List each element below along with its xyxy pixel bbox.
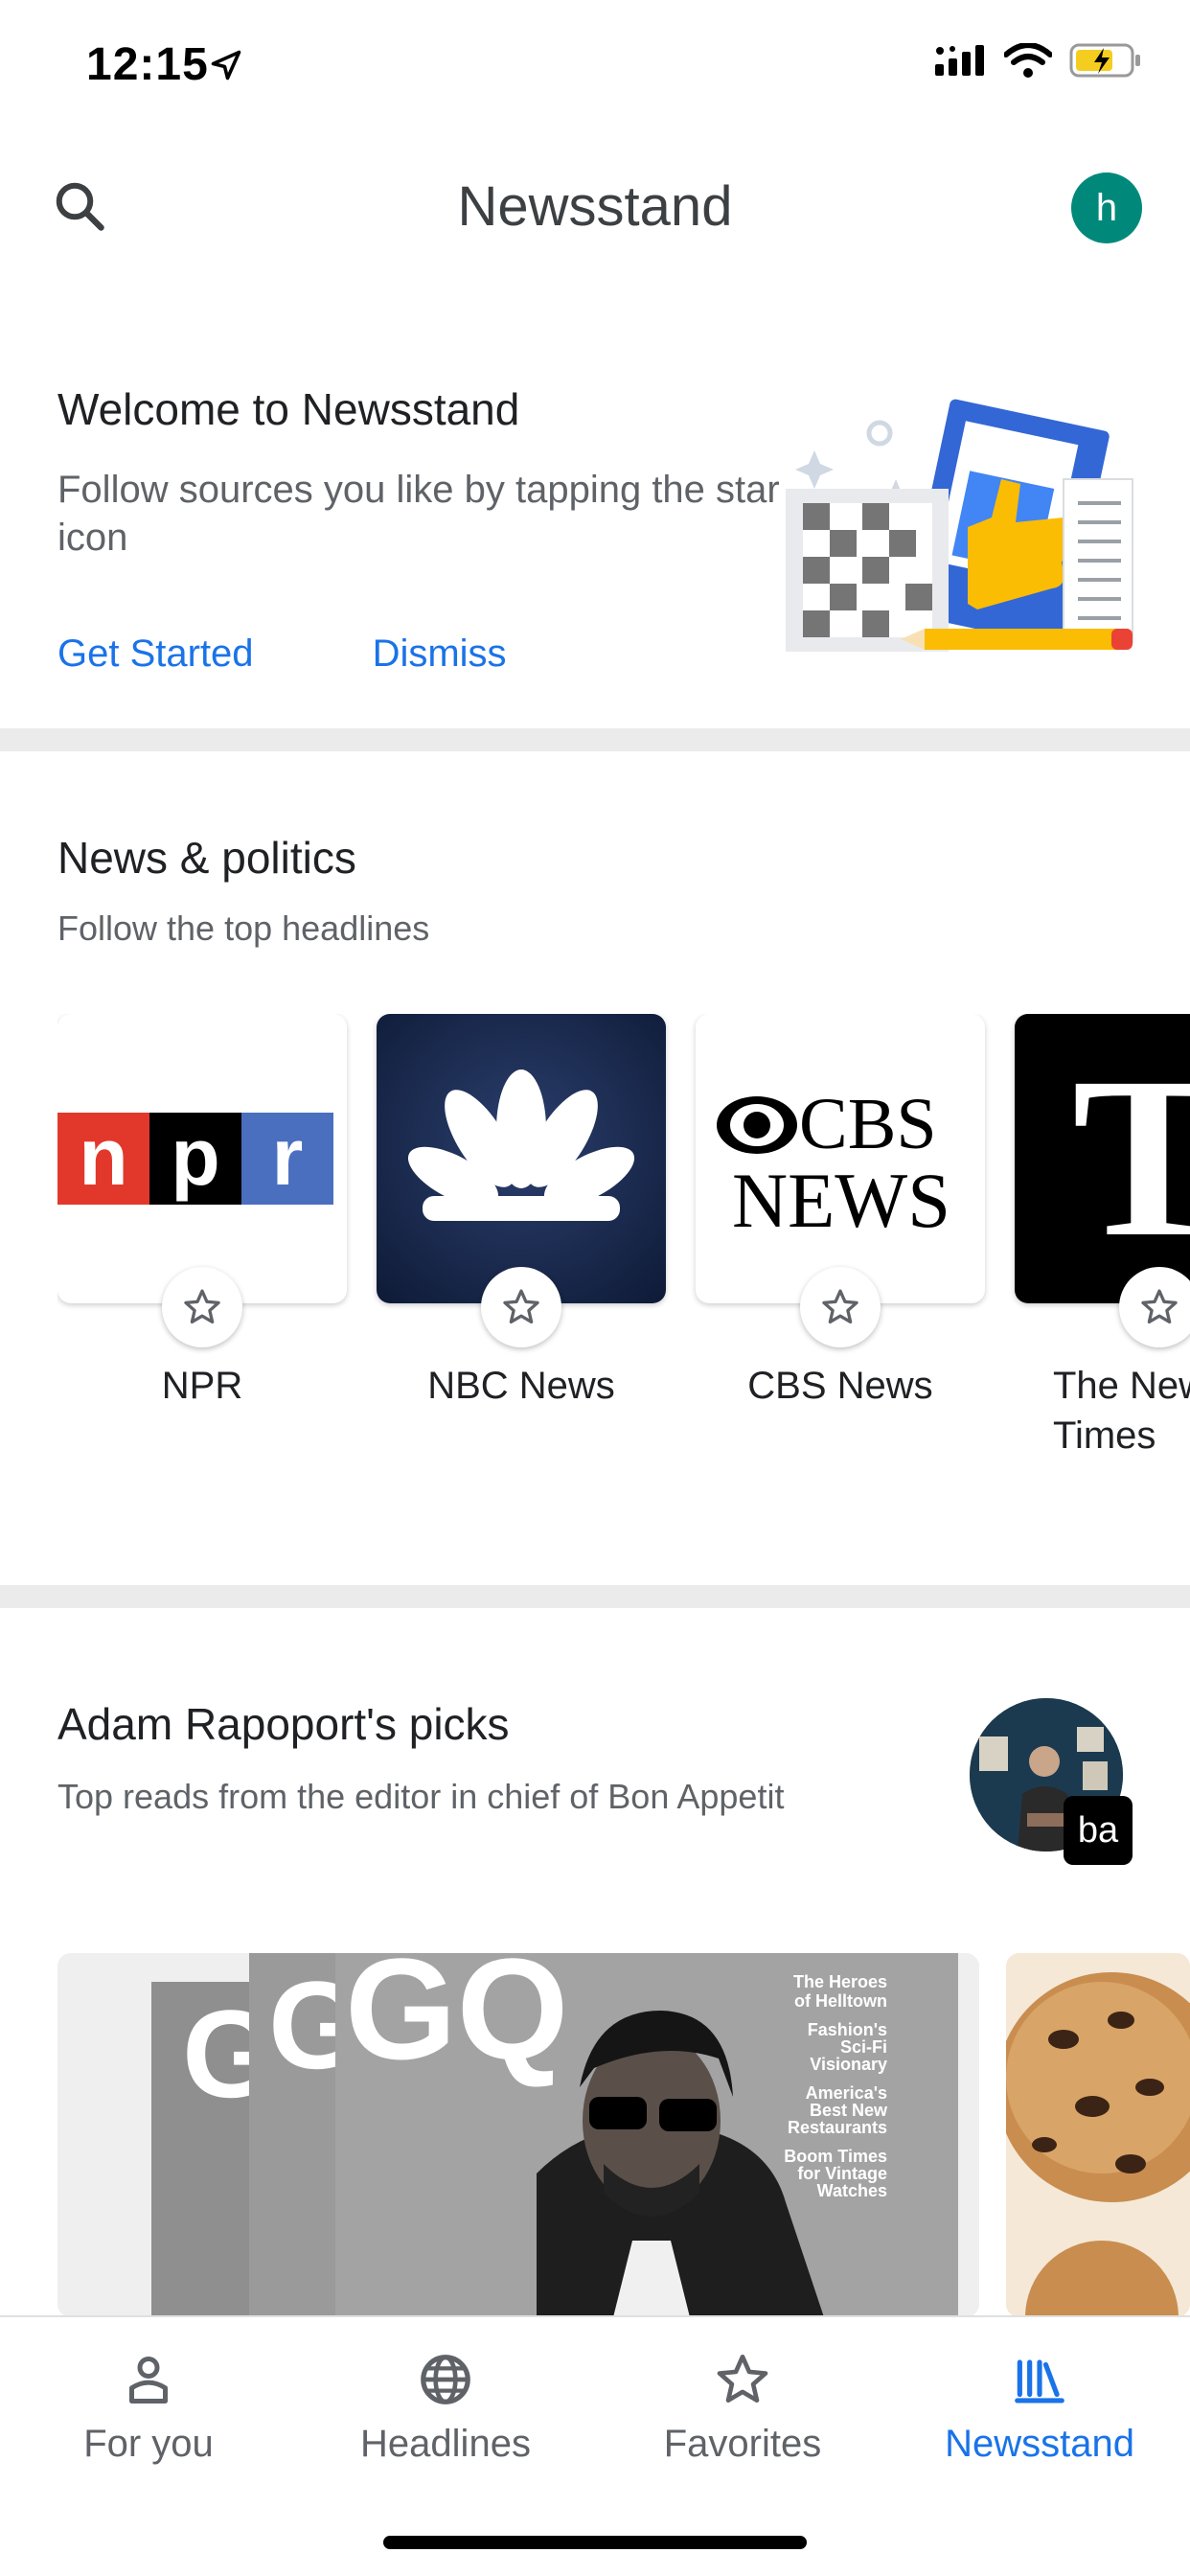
npr-logo: n p r (57, 1014, 347, 1303)
get-started-button[interactable]: Get Started (57, 632, 254, 676)
source-label: NPR (161, 1365, 243, 1407)
svg-text:r: r (272, 1112, 304, 1202)
section-title: News & politics (57, 833, 356, 883)
picks-subtitle: Top reads from the editor in chief of Bo… (57, 1777, 785, 1816)
nav-favorites[interactable]: Favorites (594, 2317, 891, 2509)
battery-icon (1069, 43, 1140, 78)
svg-text:NEWS: NEWS (732, 1157, 950, 1244)
location-arrow-icon (211, 50, 241, 80)
section-subtitle: Follow the top headlines (57, 908, 430, 948)
welcome-card: Welcome to Newsstand Follow sources you … (0, 345, 1190, 728)
welcome-text: Follow sources you like by tapping the s… (57, 469, 780, 559)
source-tile-cbs-news[interactable]: CBS NEWS CBS News (696, 1014, 985, 1407)
person-icon (115, 2346, 182, 2413)
star-outline-icon (822, 1289, 858, 1324)
nav-label: For you (83, 2423, 214, 2465)
home-indicator[interactable] (383, 2536, 807, 2549)
follow-star-button[interactable] (1119, 1267, 1190, 1347)
source-label: NBC News (427, 1365, 615, 1407)
star-outline-icon (184, 1289, 220, 1324)
follow-star-button[interactable] (800, 1267, 881, 1347)
status-icons (935, 42, 1142, 79)
status-bar: 12:15 (0, 0, 1190, 134)
svg-text:GQ: GQ (345, 1953, 568, 2089)
newsstand-illustration (786, 399, 1133, 652)
star-icon (709, 2346, 776, 2413)
svg-text:n: n (79, 1112, 127, 1202)
nav-for-you[interactable]: For you (0, 2317, 297, 2509)
welcome-title: Welcome to Newsstand (57, 384, 520, 434)
account-avatar[interactable]: h (1071, 172, 1142, 243)
source-tile-nbc-news[interactable]: NBC News (377, 1014, 666, 1407)
globe-icon (412, 2346, 479, 2413)
magazine-cover-card[interactable]: G G GQ The Heroes of Helltown Fashion's … (57, 1953, 979, 2317)
cbs-news-logo: CBS NEWS (696, 1014, 985, 1303)
svg-text:Watches: Watches (817, 2181, 887, 2200)
nav-label: Favorites (663, 2423, 822, 2465)
source-tile-nyt[interactable]: T The New York Times (1015, 1014, 1190, 1457)
svg-text:Restaurants: Restaurants (788, 2118, 887, 2137)
nbc-peacock-logo (377, 1014, 666, 1303)
svg-text:Fashion's: Fashion's (808, 2020, 887, 2039)
source-label: The New York Times (1053, 1365, 1190, 1457)
svg-text:Boom Times: Boom Times (784, 2147, 887, 2166)
bon-appetit-badge: ba (1064, 1796, 1133, 1865)
welcome-actions: Get Started Dismiss (57, 632, 507, 676)
follow-star-button[interactable] (162, 1267, 242, 1347)
svg-text:Sci-Fi: Sci-Fi (840, 2037, 887, 2057)
svg-text:Visionary: Visionary (810, 2055, 887, 2074)
svg-text:T: T (1072, 1029, 1190, 1284)
wifi-icon (1004, 43, 1052, 78)
follow-star-button[interactable] (481, 1267, 561, 1347)
section-divider (0, 1585, 1190, 1608)
top-app-bar: Newsstand h (0, 144, 1190, 268)
dismiss-button[interactable]: Dismiss (373, 632, 507, 676)
section-divider (0, 728, 1190, 751)
recipe-cover-card[interactable] (1006, 1953, 1190, 2317)
nav-label: Headlines (360, 2423, 531, 2465)
svg-text:p: p (171, 1112, 219, 1202)
source-tile-npr[interactable]: n p r NPR (57, 1014, 347, 1407)
svg-text:of Helltown: of Helltown (794, 1991, 887, 2011)
signal-icon (935, 45, 984, 76)
page-title: Newsstand (457, 175, 733, 238)
nav-newsstand[interactable]: Newsstand (891, 2317, 1188, 2509)
nav-headlines[interactable]: Headlines (297, 2317, 594, 2509)
nav-label: Newsstand (945, 2423, 1134, 2465)
svg-text:CBS: CBS (799, 1084, 937, 1164)
picks-title: Adam Rapoport's picks (57, 1699, 510, 1749)
svg-text:Best New: Best New (810, 2101, 888, 2120)
svg-text:for Vintage: for Vintage (797, 2164, 887, 2183)
source-label: CBS News (747, 1365, 933, 1407)
star-outline-icon (503, 1289, 539, 1324)
newsstand-icon (1006, 2346, 1073, 2413)
source-carousel[interactable]: n p r NPR NBC News CBS NEWS CBS News T T… (57, 1014, 1190, 1464)
svg-text:America's: America's (806, 2083, 887, 2103)
status-time: 12:15 (86, 39, 209, 90)
svg-text:The Heroes: The Heroes (793, 1972, 887, 1991)
star-outline-icon (1141, 1289, 1178, 1324)
nyt-logo: T (1015, 1014, 1190, 1303)
